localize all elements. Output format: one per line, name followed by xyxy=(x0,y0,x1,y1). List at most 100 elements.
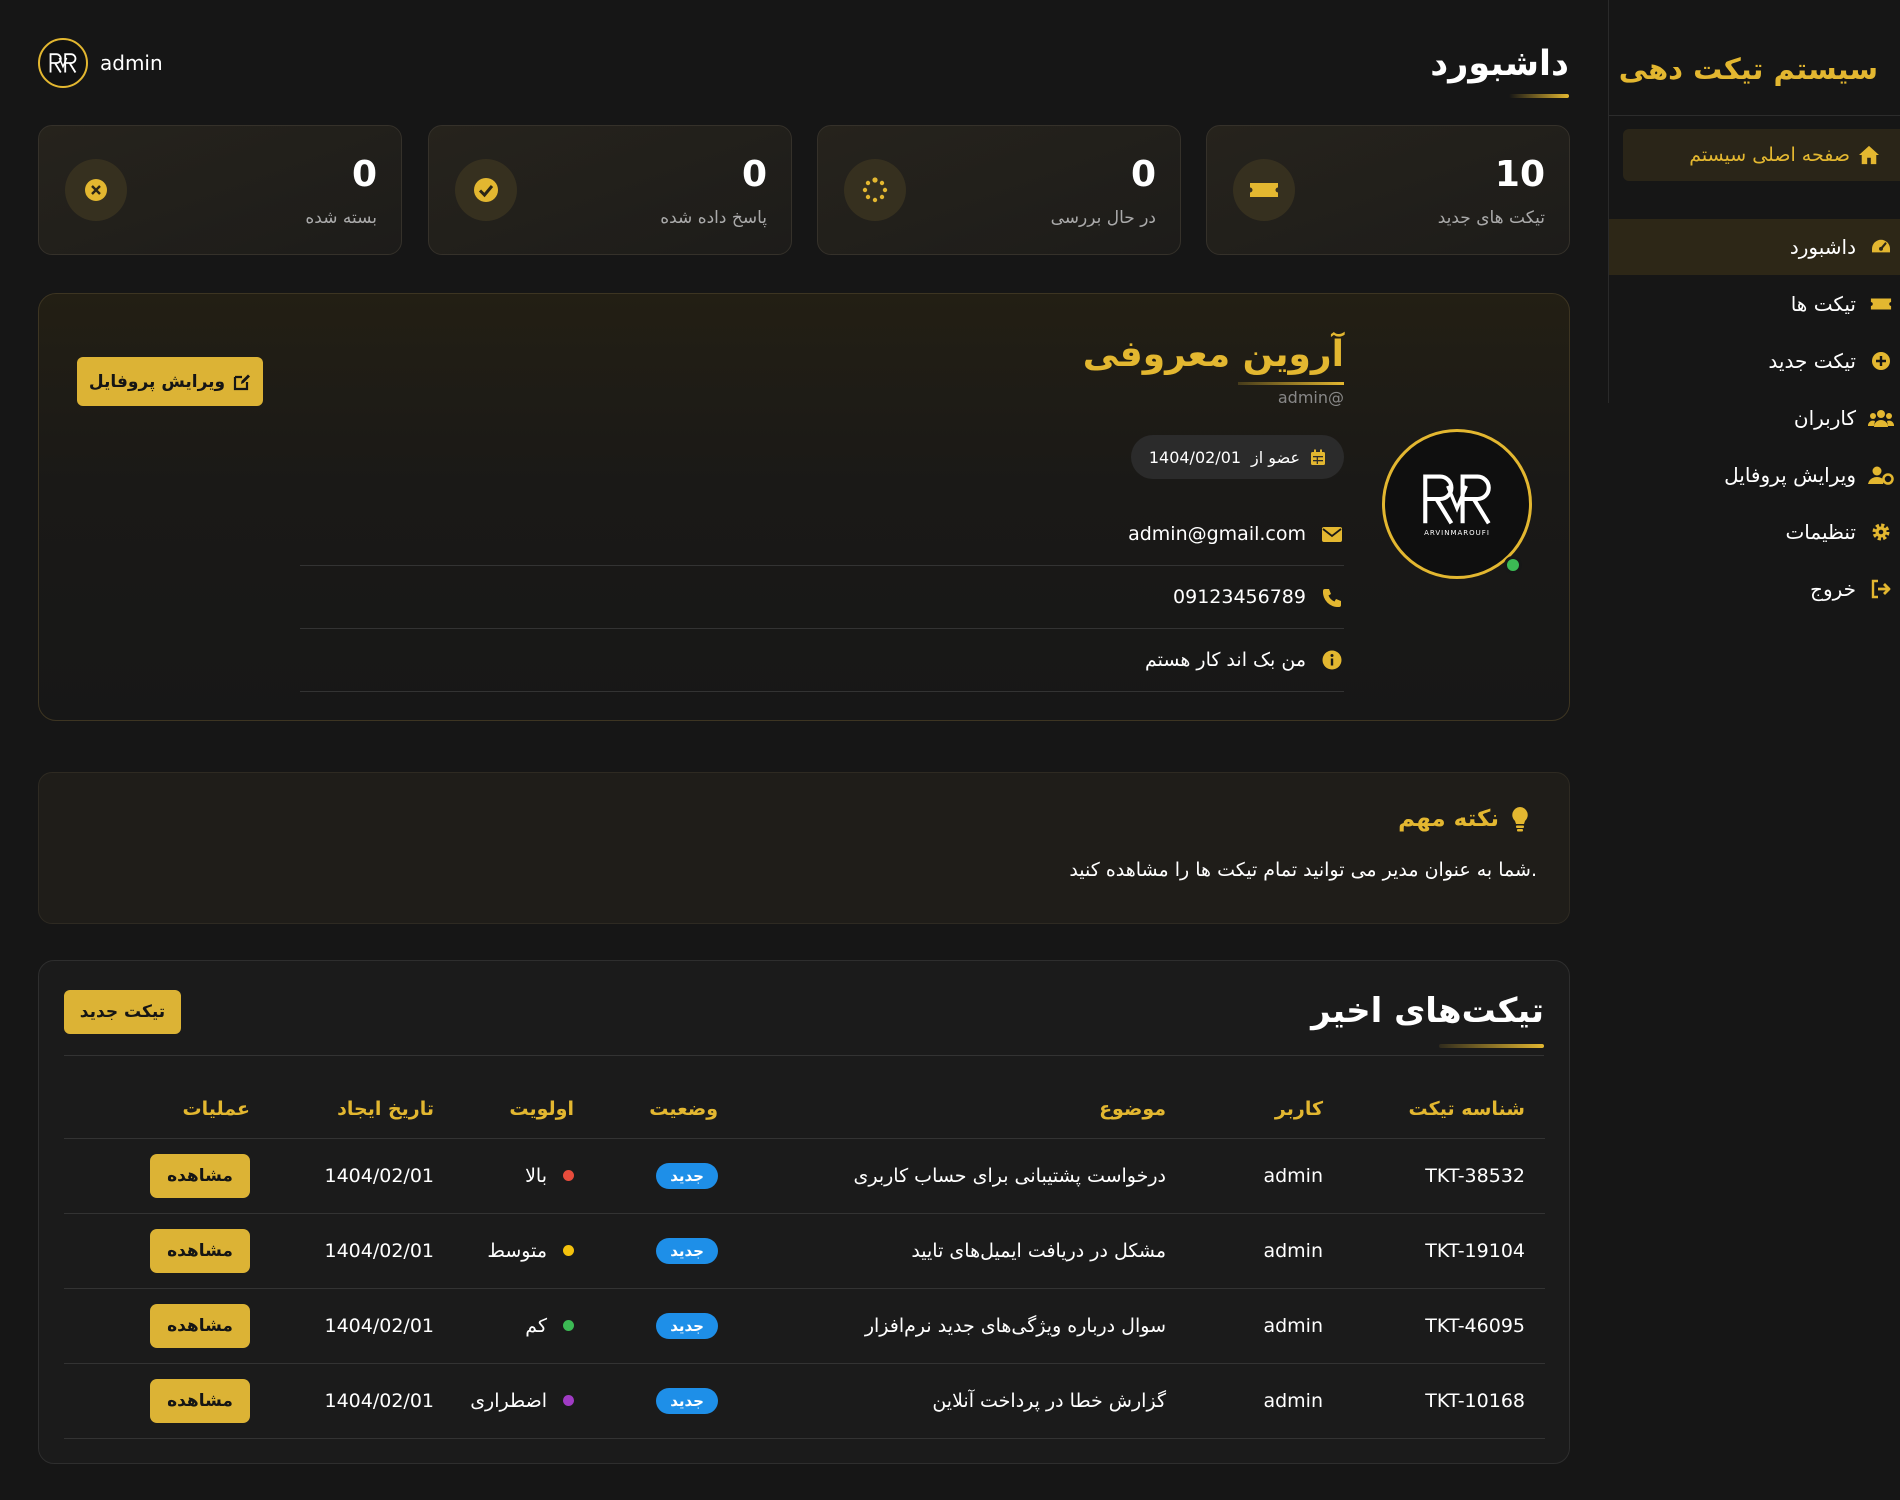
status-badge: جدید xyxy=(656,1162,718,1189)
note-text: شما به عنوان مدیر می توانید تمام تیکت ها… xyxy=(1069,859,1537,881)
ticket-icon xyxy=(1233,159,1295,221)
user-menu[interactable]: admin xyxy=(38,38,163,88)
ticket-status-cell: جدید xyxy=(578,1213,718,1289)
view-ticket-button[interactable]: مشاهده xyxy=(150,1378,250,1423)
ticket-subject: درخواست پشتیبانی برای حساب کاربری xyxy=(718,1138,1170,1214)
table-row: TKT-38532 admin درخواست پشتیبانی برای حس… xyxy=(64,1138,1545,1214)
new-ticket-button[interactable]: تیکت جدید xyxy=(64,990,181,1034)
sidebar-item-edit-profile[interactable]: ویرایش پروفایل xyxy=(1609,447,1900,503)
table-row: TKT-10168 admin گزارش خطا در پرداخت آنلا… xyxy=(64,1363,1545,1439)
gear-icon xyxy=(1868,522,1894,542)
table-row: TKT-19104 admin مشکل در دریافت ایمیل‌های… xyxy=(64,1213,1545,1289)
ticket-id: TKT-10168 xyxy=(1327,1363,1545,1439)
sidebar-item-logout[interactable]: خروج xyxy=(1609,561,1900,617)
view-ticket-button[interactable]: مشاهده xyxy=(150,1303,250,1348)
home-button-label: صفحه اصلی سیستم xyxy=(1689,144,1850,166)
home-button[interactable]: صفحه اصلی سیستم xyxy=(1623,129,1900,181)
phone-icon xyxy=(1320,588,1344,607)
profile-email-row: admin@gmail.com xyxy=(300,503,1344,566)
calendar-icon xyxy=(1310,449,1326,466)
sign-out-icon xyxy=(1868,579,1894,599)
priority-label: کم xyxy=(525,1314,547,1337)
stat-card-in-review: 0 در حال بررسی xyxy=(817,125,1181,255)
stat-card-closed: 0 بسته شده xyxy=(38,125,402,255)
online-status-dot xyxy=(1504,556,1522,574)
edit-profile-button[interactable]: ویرایش پروفایل xyxy=(77,357,263,406)
ticket-user: admin xyxy=(1170,1138,1327,1214)
recent-tickets-card: تیکت‌های اخیر تیکت جدید شناسه تیکت کاربر… xyxy=(38,960,1570,1464)
plus-circle-icon xyxy=(1868,351,1894,371)
title-underline xyxy=(1509,94,1569,98)
status-badge: جدید xyxy=(656,1387,718,1414)
ticket-priority-cell: اضطراری xyxy=(438,1363,578,1439)
page-title: داشبورد xyxy=(1430,44,1569,84)
ticket-status-cell: جدید xyxy=(578,1138,718,1214)
member-since-date: 1404/02/01 xyxy=(1148,447,1242,467)
users-icon xyxy=(1868,408,1894,428)
ticket-subject: گزارش خطا در پرداخت آنلاین xyxy=(718,1363,1170,1439)
column-header-id: شناسه تیکت xyxy=(1327,1081,1545,1139)
ticket-user: admin xyxy=(1170,1288,1327,1364)
avatar xyxy=(38,38,88,88)
ticket-id: TKT-38532 xyxy=(1327,1138,1545,1214)
priority-label: اضطراری xyxy=(470,1389,547,1412)
ticket-status-cell: جدید xyxy=(578,1363,718,1439)
ticket-actions-cell: مشاهده xyxy=(64,1138,254,1214)
stat-label: در حال بررسی xyxy=(1050,208,1156,228)
sidebar-item-tickets[interactable]: تیکت ها xyxy=(1609,276,1900,332)
sidebar-item-settings[interactable]: تنظیمات xyxy=(1609,504,1900,560)
ticket-id: TKT-19104 xyxy=(1327,1213,1545,1289)
check-circle-icon xyxy=(455,159,517,221)
profile-bio: من بک اند کار هستم xyxy=(1145,649,1306,671)
view-ticket-button[interactable]: مشاهده xyxy=(150,1153,250,1198)
profile-handle: admin@ xyxy=(1277,388,1344,407)
ticket-date: 1404/02/01 xyxy=(254,1363,438,1439)
ticket-icon xyxy=(1868,296,1894,312)
user-cog-icon xyxy=(1868,465,1894,485)
stat-value: 0 xyxy=(1130,154,1156,195)
ticket-user: admin xyxy=(1170,1363,1327,1439)
envelope-icon xyxy=(1320,526,1344,542)
priority-dot xyxy=(563,1395,574,1407)
profile-phone: 09123456789 xyxy=(1173,586,1306,608)
important-note-card: نکته مهم شما به عنوان مدیر می توانید تما… xyxy=(38,772,1570,924)
sidebar-item-label: تیکت جدید xyxy=(1768,349,1856,373)
column-header-status: وضعیت xyxy=(578,1081,718,1139)
sidebar-item-users[interactable]: کاربران xyxy=(1609,390,1900,446)
recent-tickets-title: تیکت‌های اخیر xyxy=(1311,991,1544,1031)
sidebar-item-label: تنظیمات xyxy=(1785,520,1856,544)
note-header: نکته مهم xyxy=(1398,806,1529,832)
header-username: admin xyxy=(100,51,163,75)
priority-dot xyxy=(563,1320,574,1332)
view-ticket-button[interactable]: مشاهده xyxy=(150,1228,250,1273)
sidebar-divider xyxy=(1609,115,1900,116)
edit-icon xyxy=(233,373,251,391)
column-header-priority: اولویت xyxy=(438,1081,578,1139)
profile-phone-row: 09123456789 xyxy=(300,566,1344,629)
avatar-brand-text: ARVINMAROUFI xyxy=(1424,529,1490,537)
column-header-user: کاربر xyxy=(1170,1081,1327,1139)
stat-value: 0 xyxy=(351,154,377,195)
table-header-row: شناسه تیکت کاربر موضوع وضعیت اولویت تاری… xyxy=(64,1081,1545,1139)
priority-dot xyxy=(563,1245,574,1257)
note-title: نکته مهم xyxy=(1398,806,1499,832)
recent-tickets-underline xyxy=(1439,1044,1544,1048)
priority-label: بالا xyxy=(525,1164,547,1187)
ticket-actions-cell: مشاهده xyxy=(64,1288,254,1364)
stat-label: بسته شده xyxy=(305,208,377,228)
ticket-subject: مشکل در دریافت ایمیل‌های تایید xyxy=(718,1213,1170,1289)
sidebar-item-label: داشبورد xyxy=(1789,235,1856,259)
stat-card-new-tickets: 10 تیکت های جدید xyxy=(1206,125,1570,255)
sidebar: سیستم تیکت دهی صفحه اصلی سیستم داشبورد ت… xyxy=(1608,0,1900,601)
profile-card: ویرایش پروفایل ARVINMAROUFI آروین معروفی… xyxy=(38,293,1570,721)
sidebar-item-new-ticket[interactable]: تیکت جدید xyxy=(1609,333,1900,389)
sidebar-item-dashboard[interactable]: داشبورد xyxy=(1609,219,1900,275)
column-header-date: تاریخ ایجاد xyxy=(254,1081,438,1139)
table-row: TKT-46095 admin سوال درباره ویژگی‌های جد… xyxy=(64,1288,1545,1364)
ticket-status-cell: جدید xyxy=(578,1288,718,1364)
info-circle-icon xyxy=(1320,650,1344,670)
ticket-priority-cell: متوسط xyxy=(438,1213,578,1289)
profile-name: آروین معروفی xyxy=(1082,334,1344,375)
stat-card-answered: 0 پاسخ داده شده xyxy=(428,125,792,255)
member-since-pill: عضو از 1404/02/01 xyxy=(1130,435,1344,479)
